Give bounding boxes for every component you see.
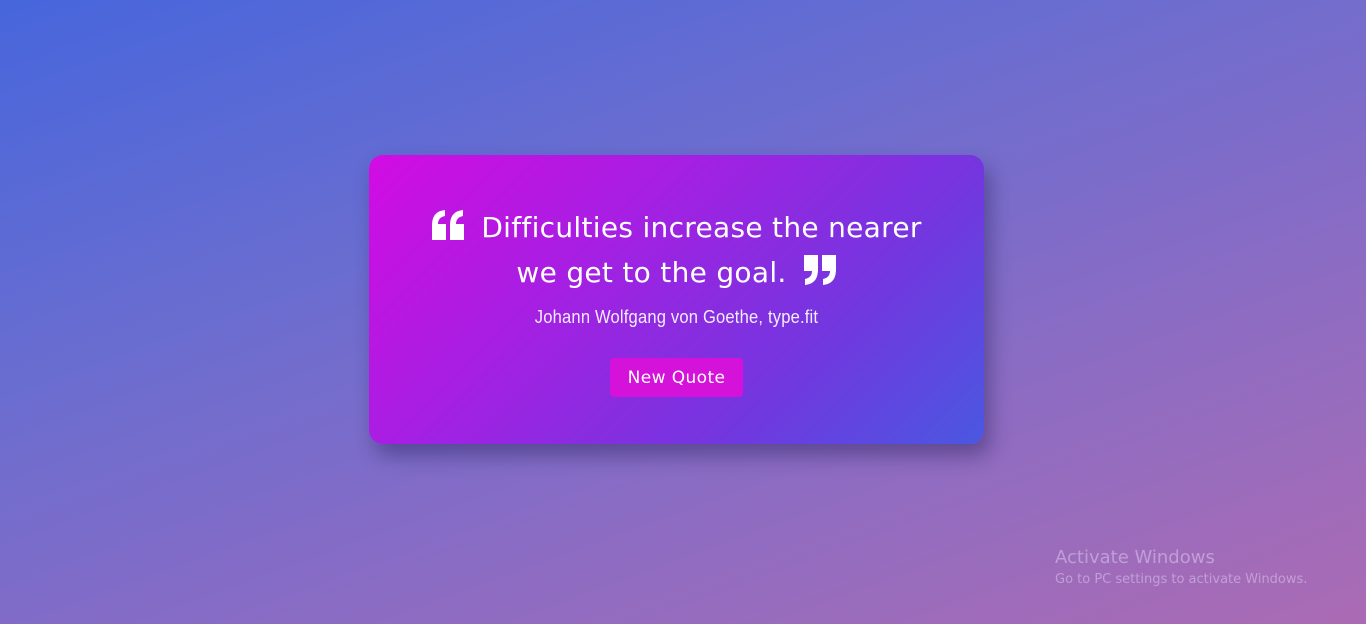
quote-line-2: we get to the goal.: [516, 256, 787, 289]
watermark-subtitle: Go to PC settings to activate Windows.: [1055, 572, 1308, 587]
quote-card: Difficulties increase the nearer we get …: [369, 155, 984, 444]
watermark-title: Activate Windows: [1055, 547, 1215, 568]
quote-text: Difficulties increase the nearer we get …: [369, 205, 984, 295]
activate-windows-watermark: Activate Windows Go to PC settings to ac…: [1055, 547, 1307, 591]
quote-right-icon: [803, 255, 837, 285]
quote-left-icon: [431, 210, 465, 240]
quote-line-1: Difficulties increase the nearer: [481, 211, 922, 244]
new-quote-button[interactable]: New Quote: [610, 358, 743, 397]
quote-author: Johann Wolfgang von Goethe, type.fit: [534, 307, 819, 327]
